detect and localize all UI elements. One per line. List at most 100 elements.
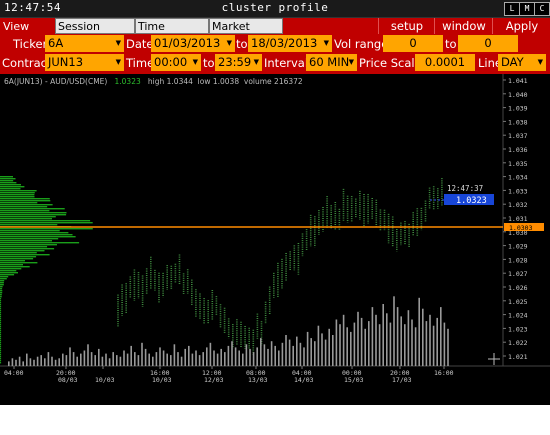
chevron-down-icon: ▼ (226, 39, 232, 47)
volume-bar (198, 355, 201, 366)
move-icon (488, 353, 500, 365)
date-label: Date (126, 37, 154, 51)
profile-bar (0, 352, 2, 354)
window-button-l[interactable]: L (504, 2, 520, 16)
profile-bar (0, 316, 2, 318)
volume-bar (206, 347, 208, 366)
profile-bar (0, 242, 80, 244)
volume-bar (108, 358, 111, 367)
tab-session-hours[interactable]: Session Hours (55, 18, 135, 49)
volume-bar (220, 348, 222, 366)
app-window: 12:47:54 cluster profile L M C View DOM … (0, 0, 550, 405)
profile-bar (0, 222, 93, 224)
volume-bar (342, 314, 345, 366)
tab-market-watch[interactable]: Market Watch (209, 18, 283, 49)
setup-button[interactable]: setup (378, 18, 435, 34)
interval-select[interactable]: 60 MIN ▼ (306, 54, 357, 71)
volume-bar (170, 355, 172, 366)
profile-bar (0, 342, 2, 344)
tab-time-interval[interactable]: Time Interval (135, 18, 209, 49)
profile-bar (0, 248, 55, 250)
volume-bar (130, 345, 132, 367)
y-tick-label: 1.040 (508, 91, 528, 99)
profile-bar (0, 198, 50, 200)
volume-bar (267, 348, 269, 366)
profile-bar (0, 332, 2, 334)
x-date-label: 10/03 (95, 376, 115, 384)
volume-bar (306, 331, 309, 366)
window-title: cluster profile (221, 1, 329, 14)
volume-bar (126, 353, 129, 366)
profile-bar (0, 326, 2, 328)
profile-bar (0, 238, 59, 240)
line-value: DAY (501, 55, 524, 69)
x-date-label: 15/03 (344, 376, 364, 384)
profile-bar (0, 312, 2, 314)
volume-bar (195, 350, 197, 366)
chevron-down-icon: ▼ (115, 58, 121, 66)
chevron-down-icon: ▼ (115, 39, 121, 47)
menu-bar: View DOM Session Hours Time Interval Mar… (0, 18, 550, 49)
date-from-value: 01/03/2013 (154, 36, 221, 50)
volume-bar (202, 352, 204, 367)
profile-bar (0, 302, 2, 304)
line-select[interactable]: DAY ▼ (498, 54, 546, 71)
volume-bar (364, 328, 366, 366)
volume-bar (389, 322, 392, 366)
contract-select[interactable]: JUN13 ▼ (45, 54, 124, 71)
profile-bar (0, 202, 38, 204)
apply-button[interactable]: Apply (492, 18, 550, 34)
last-price: 1.0323 (114, 77, 141, 86)
profile-bar (0, 264, 23, 266)
interval-label: Interval (264, 56, 309, 70)
volume-label: volume 216372 (243, 77, 303, 86)
chart-canvas[interactable]: 1.041 1.040 1.039 1.038 1.037 1.036 1.035 1.034… (0, 74, 550, 384)
time-to-field[interactable]: 23:59 ▼ (215, 54, 262, 71)
volume-bar (440, 307, 442, 366)
profile-bar (0, 212, 67, 214)
volume-bar (159, 347, 161, 366)
volume-bar (47, 352, 50, 367)
x-tick-label: 04:00 (4, 369, 24, 377)
volume-bar (152, 356, 154, 366)
date-to-field[interactable]: 18/03/2013 ▼ (248, 35, 332, 52)
volume-bar (245, 344, 248, 366)
low-label: low 1.0038 (197, 77, 240, 86)
vol-from-field[interactable]: 0 (383, 35, 443, 52)
volume-bar (123, 350, 125, 366)
time-from-field[interactable]: 00:00 ▼ (151, 54, 201, 71)
y-tick-label: 1.029 (508, 243, 528, 251)
ticker-value: 6A (48, 36, 64, 50)
y-tick-label: 1.037 (508, 132, 528, 140)
x-date-label: 14/03 (294, 376, 314, 384)
window-button-c[interactable]: C (534, 2, 550, 16)
tab-view-dom[interactable]: View DOM (0, 18, 55, 49)
window-button-m[interactable]: M (519, 2, 535, 16)
profile-bar (0, 334, 2, 336)
volume-bar (443, 322, 446, 366)
profile-bar (0, 360, 2, 362)
profile-bar (0, 260, 25, 262)
ticker-select[interactable]: 6A ▼ (45, 35, 124, 52)
price-scale-field[interactable]: 0.0001 (415, 54, 475, 71)
vol-to-field[interactable]: 0 (458, 35, 518, 52)
chevron-down-icon: ▼ (537, 58, 543, 66)
cluster-profile-chart[interactable]: 1.041 1.040 1.039 1.038 1.037 1.036 1.035 1.034… (0, 74, 550, 384)
date-from-field[interactable]: 01/03/2013 ▼ (151, 35, 235, 52)
volume-bar (411, 319, 413, 366)
volume-bar (350, 331, 352, 366)
volume-bar (357, 311, 359, 367)
y-tick-label: 1.026 (508, 284, 528, 292)
volume-bar (249, 348, 251, 366)
x-date-label: 13/03 (248, 376, 268, 384)
volume-bar (177, 352, 179, 367)
blank-area (0, 405, 550, 435)
window-button[interactable]: window (434, 18, 493, 34)
volume-bar (213, 350, 215, 366)
chevron-down-icon: ▼ (192, 58, 198, 66)
profile-bar (0, 178, 16, 180)
volume-bar (375, 314, 377, 366)
profile-bar (0, 336, 2, 338)
profile-bar (0, 236, 76, 238)
profile-bar (0, 280, 5, 282)
